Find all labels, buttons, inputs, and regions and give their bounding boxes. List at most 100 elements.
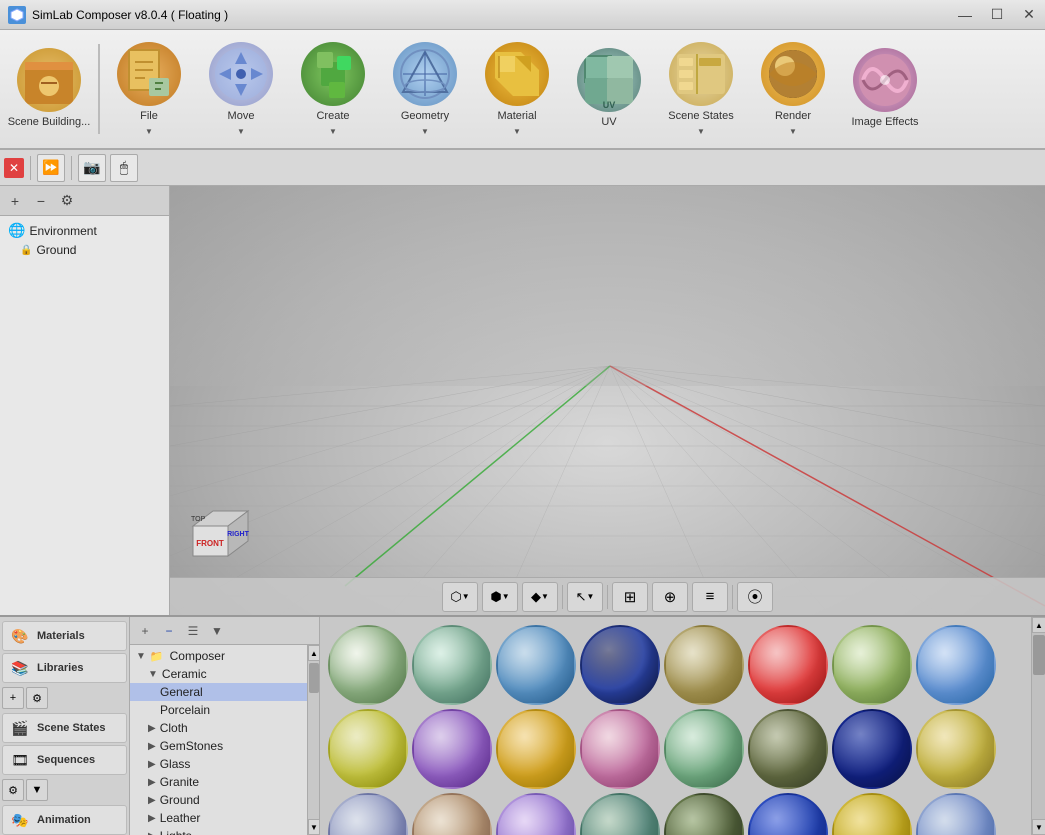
material-item-m4[interactable]	[580, 625, 660, 705]
material-item-m8[interactable]	[916, 625, 996, 705]
close-button[interactable]: ✕	[1013, 0, 1045, 30]
material-item-m6[interactable]	[748, 625, 828, 705]
toolbar-item-image-effects[interactable]: Image Effects	[840, 35, 930, 143]
tree-view-button[interactable]: ☰	[182, 620, 204, 642]
toolbar-item-states[interactable]: Scene States▼	[656, 35, 746, 143]
materials-right-scrollbar[interactable]: ▲ ▼	[1031, 617, 1045, 835]
bottom-tree-scroll[interactable]: ▼ 📁 Composer ▼ Ceramic General Porcelain	[130, 645, 307, 835]
material-item-r2m2[interactable]	[748, 709, 828, 789]
toolbar-item-move[interactable]: Move▼	[196, 35, 286, 143]
material-item-r3m2[interactable]	[664, 793, 744, 835]
camera-button[interactable]: 📷	[78, 154, 106, 182]
material-item-r3m4[interactable]	[832, 793, 912, 835]
lib-settings-button[interactable]: ⚙	[26, 687, 48, 709]
scene-states-button[interactable]: 🎬 Scene States	[2, 713, 127, 743]
toolbar-item-create[interactable]: Create▼	[288, 35, 378, 143]
material-item-m3[interactable]	[496, 625, 576, 705]
libraries-button[interactable]: 📚 Libraries	[2, 653, 127, 683]
material-item-m11[interactable]	[496, 709, 576, 789]
maximize-button[interactable]: ☐	[981, 0, 1013, 30]
title-bar-controls[interactable]: — ☐ ✕	[949, 0, 1045, 30]
tree-view2-button[interactable]: ▼	[206, 620, 228, 642]
uv-label: UV	[601, 116, 616, 129]
tree-leather[interactable]: ▶ Leather	[130, 809, 307, 827]
material-item-r3m5[interactable]	[916, 793, 996, 835]
material-item-r2m5[interactable]	[328, 793, 408, 835]
scroll-thumb[interactable]	[309, 663, 319, 693]
toolbar-item-geometry[interactable]: Geometry▼	[380, 35, 470, 143]
toolbar-item-material[interactable]: Material▼	[472, 35, 562, 143]
view-type-button[interactable]: ⬡▼	[442, 582, 478, 612]
object-button[interactable]: ◆▼	[522, 582, 558, 612]
grid-toggle-button[interactable]: ⊞	[612, 582, 648, 612]
select-tool-button[interactable]: ↖▼	[567, 582, 603, 612]
add-tree-item-button[interactable]: +	[4, 190, 26, 212]
material-item-r2m1[interactable]	[664, 709, 744, 789]
scroll-down-button[interactable]: ▼	[308, 819, 319, 835]
material-item-m5[interactable]	[664, 625, 744, 705]
material-item-m1[interactable]	[328, 625, 408, 705]
viewport[interactable]: FRONT RIGHT TOP ⬡▼ ⬢▼	[170, 186, 1045, 615]
tree-root-composer[interactable]: ▼ 📁 Composer	[130, 647, 307, 665]
material-item-m12[interactable]	[580, 709, 660, 789]
tree-gemstones[interactable]: ▶ GemStones	[130, 737, 307, 755]
mat-scroll-up[interactable]: ▲	[1032, 617, 1045, 633]
sequences-button[interactable]: 🎞 Sequences	[2, 745, 127, 775]
material-item-m9[interactable]	[328, 709, 408, 789]
materials-grid[interactable]	[320, 617, 1031, 835]
tree-lights[interactable]: ▶ Lights	[130, 827, 307, 835]
mat-scroll-track[interactable]	[1032, 633, 1045, 819]
material-item-m2[interactable]	[412, 625, 492, 705]
toolbar-item-scene-building[interactable]: Scene Building...	[4, 35, 94, 143]
material-item-r2m6[interactable]	[412, 793, 492, 835]
material-item-r2m4[interactable]	[916, 709, 996, 789]
libraries-icon: 📚	[9, 657, 31, 679]
states-label: Scene States	[668, 110, 733, 123]
seq-settings-button[interactable]: ⚙	[2, 779, 24, 801]
tree-ground[interactable]: ▶ Ground	[130, 791, 307, 809]
toolbar-item-file[interactable]: File▼	[104, 35, 194, 143]
seq-extra-button[interactable]: ▼	[26, 779, 48, 801]
scroll-up-button[interactable]: ▲	[308, 645, 319, 661]
tree-general[interactable]: General	[130, 683, 307, 701]
toolbar-item-uv[interactable]: UVUV	[564, 35, 654, 143]
animation-button[interactable]: 🎭 Animation	[2, 805, 127, 835]
scroll-track[interactable]	[308, 661, 319, 819]
material-item-r2m7[interactable]	[496, 793, 576, 835]
camera-view-button[interactable]: ⦿	[737, 582, 773, 612]
view-cube[interactable]: FRONT RIGHT TOP	[178, 491, 258, 571]
add-object-button[interactable]: ⊕	[652, 582, 688, 612]
material-item-r2m3[interactable]	[832, 709, 912, 789]
settings-tree-button[interactable]: ⚙	[56, 190, 78, 212]
toolbar-item-render[interactable]: Render▼	[748, 35, 838, 143]
mat-scroll-down[interactable]: ▼	[1032, 819, 1045, 835]
bottom-tree-scrollbar[interactable]: ▲ ▼	[307, 645, 319, 835]
tree-ceramic[interactable]: ▼ Ceramic	[130, 665, 307, 683]
tree-item-environment[interactable]: 🌐 Environment	[4, 220, 165, 241]
cursor-button[interactable]: 🖱	[110, 154, 138, 182]
remove-tree-item-button[interactable]: −	[30, 190, 52, 212]
glass-arrow: ▶	[148, 759, 156, 770]
mat-scroll-thumb[interactable]	[1033, 635, 1045, 675]
forward-button[interactable]: ⏩	[37, 154, 65, 182]
material-item-r3m1[interactable]	[580, 793, 660, 835]
shading-button[interactable]: ⬢▼	[482, 582, 518, 612]
materials-grid-panel	[320, 617, 1031, 835]
tree-collapse-button[interactable]: −	[158, 620, 180, 642]
create-icon	[301, 42, 365, 106]
material-item-r3m3[interactable]	[748, 793, 828, 835]
tree-item-ground[interactable]: 🔒 Ground	[4, 241, 165, 259]
tree-expand-button[interactable]: +	[134, 620, 156, 642]
close-panel-button[interactable]: ✕	[4, 158, 24, 178]
materials-button[interactable]: 🎨 Materials	[2, 621, 127, 651]
tree-granite[interactable]: ▶ Granite	[130, 773, 307, 791]
layers-button[interactable]: ≡	[692, 582, 728, 612]
minimize-button[interactable]: —	[949, 0, 981, 30]
tree-cloth[interactable]: ▶ Cloth	[130, 719, 307, 737]
tree-porcelain[interactable]: Porcelain	[130, 701, 307, 719]
material-item-m10[interactable]	[412, 709, 492, 789]
material-item-m7[interactable]	[832, 625, 912, 705]
tree-glass[interactable]: ▶ Glass	[130, 755, 307, 773]
lib-add-button[interactable]: +	[2, 687, 24, 709]
toolbar-divider	[98, 44, 100, 134]
